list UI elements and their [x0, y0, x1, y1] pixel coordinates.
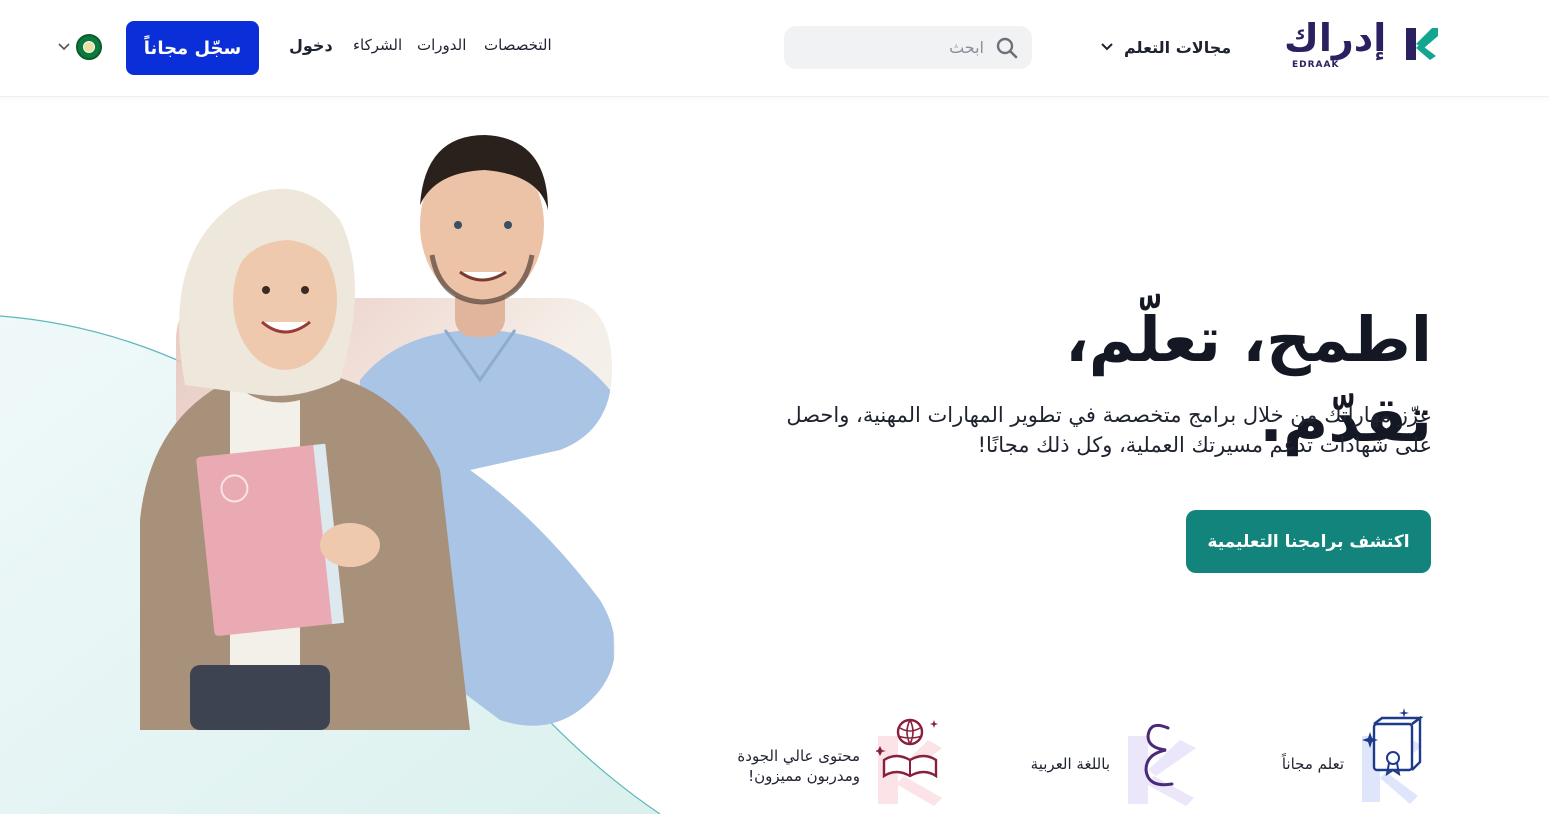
learning-areas-dropdown[interactable]: مجالات التعلم: [1100, 34, 1231, 60]
hero-description: عزّز مهاراتك من خلال برامج متخصصة في تطو…: [700, 400, 1432, 460]
edraak-logo[interactable]: إدراك EDRAAK: [1284, 16, 1440, 74]
top-navbar: إدراك EDRAAK مجالات التعلم التخصصات الدو…: [0, 0, 1549, 97]
nav-link-specializations[interactable]: التخصصات: [484, 36, 552, 54]
nav-link-courses[interactable]: الدورات: [417, 36, 466, 54]
search-input[interactable]: [804, 26, 984, 69]
arab-league-flag-icon: [76, 34, 102, 60]
hero-description-line-2: على شهادات تدعم مسيرتك العملية، وكل ذلك …: [977, 433, 1432, 457]
logo-latin-text: EDRAAK: [1292, 60, 1340, 70]
feature-label-line-1: محتوى عالي الجودة: [737, 747, 860, 765]
globe-book-icon: [876, 718, 942, 806]
logo-mark-icon: [1406, 28, 1438, 60]
chevron-down-icon: [58, 43, 70, 51]
book-certificate-icon: [1362, 708, 1424, 804]
hero-description-line-1: عزّز مهاراتك من خلال برامج متخصصة في تطو…: [786, 403, 1432, 427]
hero-students-image: [140, 135, 615, 730]
feature-label-line-2: ومدربون مميزون!: [748, 767, 860, 785]
signup-button[interactable]: سجّل مجاناً: [126, 21, 259, 75]
feature-quality-content: محتوى عالي الجودة ومدربون مميزون!: [730, 706, 950, 806]
search-icon[interactable]: [996, 37, 1018, 59]
explore-programs-button[interactable]: اكتشف برامجنا التعليمية: [1186, 510, 1431, 573]
feature-learn-free: تعلم مجاناً: [1270, 706, 1440, 806]
feature-label: باللغة العربية: [1030, 755, 1110, 773]
nav-link-partners[interactable]: الشركاء: [353, 36, 402, 54]
feature-label: تعلم مجاناً: [1281, 755, 1344, 773]
learning-areas-label: مجالات التعلم: [1124, 37, 1232, 57]
search-box: [784, 26, 1032, 69]
logo-wordmark: إدراك: [1284, 16, 1387, 60]
chevron-down-icon: [1101, 43, 1113, 51]
arabic-letter-icon: [1128, 723, 1196, 806]
feature-arabic-language: باللغة العربية: [1020, 706, 1210, 806]
language-selector[interactable]: [58, 34, 102, 60]
login-link[interactable]: دخول: [289, 36, 333, 55]
